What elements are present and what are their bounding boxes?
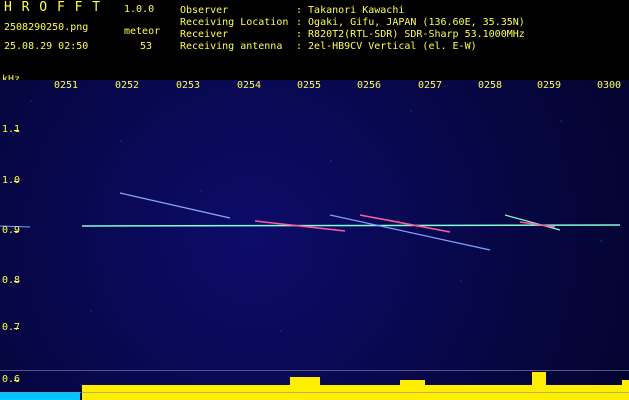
y-tick bbox=[14, 181, 19, 182]
file-name: 2508290250.png bbox=[4, 22, 89, 33]
antenna-label: Receiving antenna bbox=[180, 41, 283, 52]
meteor-count: 53 bbox=[140, 41, 153, 52]
receiver-label: Receiver bbox=[180, 29, 229, 40]
reference-line-bottom bbox=[0, 392, 629, 393]
noise-texture bbox=[30, 100, 602, 332]
location-value: : Ogaki, Gifu, JAPAN (136.60E, 35.35N) bbox=[296, 17, 525, 28]
meteor-label: meteor bbox=[124, 26, 161, 37]
observer-label: Observer bbox=[180, 5, 229, 16]
spectrogram bbox=[0, 80, 629, 400]
time-tick-label: 0251 bbox=[54, 80, 79, 91]
time-tick-label: 0300 bbox=[597, 80, 622, 91]
receiver-value: : R820T2(RTL-SDR) SDR-Sharp 53.1000MHz bbox=[296, 29, 525, 40]
time-tick-label: 0257 bbox=[418, 80, 443, 91]
antenna-value: : 2el-HB9CV Vertical (el. E-W) bbox=[296, 41, 477, 52]
y-tick bbox=[14, 231, 19, 232]
y-tick bbox=[14, 281, 19, 282]
time-tick-label: 0253 bbox=[176, 80, 201, 91]
app-version: 1.0.0 bbox=[124, 4, 155, 15]
file-datetime: 25.08.29 02:50 bbox=[4, 41, 89, 52]
time-tick-label: 0258 bbox=[478, 80, 503, 91]
time-tick-label: 0259 bbox=[537, 80, 562, 91]
meteor-streak-4 bbox=[359, 214, 451, 233]
time-tick-label: 0254 bbox=[237, 80, 262, 91]
signal-level-bars bbox=[0, 372, 629, 400]
meteor-streak-5 bbox=[504, 214, 561, 231]
time-tick-label: 0252 bbox=[115, 80, 140, 91]
time-tick-label: 0255 bbox=[297, 80, 322, 91]
meteor-streak-1 bbox=[119, 192, 231, 219]
spectrogram-plot bbox=[0, 100, 629, 400]
reference-line-top bbox=[0, 370, 629, 371]
y-tick bbox=[14, 380, 19, 381]
y-tick bbox=[14, 328, 19, 329]
meteor-streak-3 bbox=[329, 214, 491, 251]
y-tick bbox=[14, 130, 19, 131]
time-tick-label: 0256 bbox=[357, 80, 382, 91]
observer-value: : Takanori Kawachi bbox=[296, 5, 405, 16]
location-label: Receiving Location bbox=[180, 17, 289, 28]
app-title: H R O F F T bbox=[4, 0, 102, 15]
